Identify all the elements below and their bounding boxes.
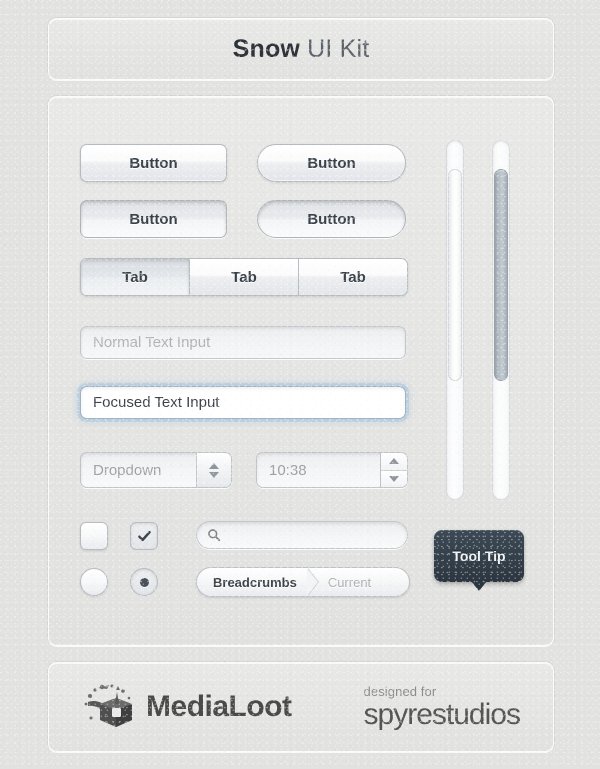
button-normal-rect[interactable]: Button [80, 144, 227, 182]
checkmark-icon [137, 530, 151, 541]
tooltip: Tool Tip [434, 530, 524, 591]
breadcrumb: Breadcrumbs Current [196, 567, 410, 597]
button-normal-pill[interactable]: Button [257, 144, 406, 182]
button-label: Button [307, 154, 356, 172]
spyrestudios-logo[interactable]: designed for spyrestudios [363, 683, 521, 731]
breadcrumb-label: Current [327, 574, 372, 590]
tab-label: Tab [122, 268, 148, 286]
stepper-up-icon [389, 458, 399, 465]
medialoot-logo[interactable]: MediaLoot [82, 682, 292, 732]
radio-unselected[interactable] [80, 568, 108, 596]
scrollbar-light[interactable] [446, 140, 464, 500]
focused-text-input[interactable]: Focused Text Input [80, 386, 406, 419]
treasure-box-icon [84, 684, 133, 727]
triangle-down-icon [209, 471, 219, 478]
time-value: 10:38 [269, 461, 307, 479]
tab-2[interactable]: Tab [190, 259, 299, 295]
stepper-up-button[interactable] [381, 453, 407, 471]
title-light: UI Kit [307, 34, 370, 63]
title-bold: Snow [232, 34, 301, 63]
scrollbar-dark[interactable] [492, 140, 510, 500]
button-pressed-rect[interactable]: Button [80, 200, 227, 238]
header-panel: Snow UI Kit [48, 18, 554, 80]
tab-label: Tab [231, 268, 257, 286]
spyrestudios-tagline: designed for [363, 683, 437, 699]
dropdown-arrows[interactable] [196, 453, 231, 487]
focused-text-input-value: Focused Text Input [93, 394, 220, 411]
breadcrumb-chevron-inner-icon [306, 568, 318, 596]
tab-1[interactable]: Tab [81, 259, 190, 295]
tab-3[interactable]: Tab [299, 259, 407, 295]
stepper-buttons [380, 453, 407, 487]
medialoot-name: MediaLoot [146, 690, 292, 723]
button-label: Button [129, 210, 178, 228]
tab-bar: Tab Tab Tab [80, 258, 408, 296]
stepper-down-icon [389, 475, 399, 482]
triangle-up-icon [209, 462, 219, 469]
stepper-down-button[interactable] [381, 470, 407, 487]
scrollbar-dark-thumb[interactable] [494, 169, 508, 381]
footer-panel: MediaLoot designed for spyrestudios [48, 662, 554, 752]
spyrestudios-name: spyrestudios [363, 697, 521, 731]
radio-dot [139, 577, 149, 587]
radio-selected[interactable] [130, 568, 158, 596]
button-label: Button [307, 210, 356, 228]
button-pressed-pill[interactable]: Button [257, 200, 406, 238]
breadcrumb-item-current[interactable]: Current [318, 575, 371, 590]
normal-text-input-placeholder: Normal Text Input [93, 334, 211, 351]
tooltip-pointer-icon [471, 581, 487, 591]
dropdown-select[interactable]: Dropdown [80, 452, 232, 488]
search-icon [208, 529, 221, 542]
scrollbar-light-thumb[interactable] [448, 169, 462, 381]
checkbox-checked[interactable] [130, 522, 158, 550]
breadcrumb-label: Breadcrumbs [213, 574, 297, 590]
time-stepper-field[interactable]: 10:38 [256, 452, 408, 488]
breadcrumb-item-1[interactable]: Breadcrumbs [197, 568, 309, 596]
button-label: Button [129, 154, 178, 172]
page-title: Snow UI Kit [49, 19, 553, 79]
checkbox-unchecked[interactable] [80, 522, 108, 550]
tab-label: Tab [340, 268, 366, 286]
search-input[interactable] [196, 521, 408, 549]
tooltip-text: Tool Tip [452, 548, 506, 564]
normal-text-input[interactable]: Normal Text Input [80, 326, 406, 359]
dropdown-value: Dropdown [93, 461, 162, 479]
ui-kit-canvas: Snow UI Kit Button Button Button Button … [0, 0, 600, 769]
